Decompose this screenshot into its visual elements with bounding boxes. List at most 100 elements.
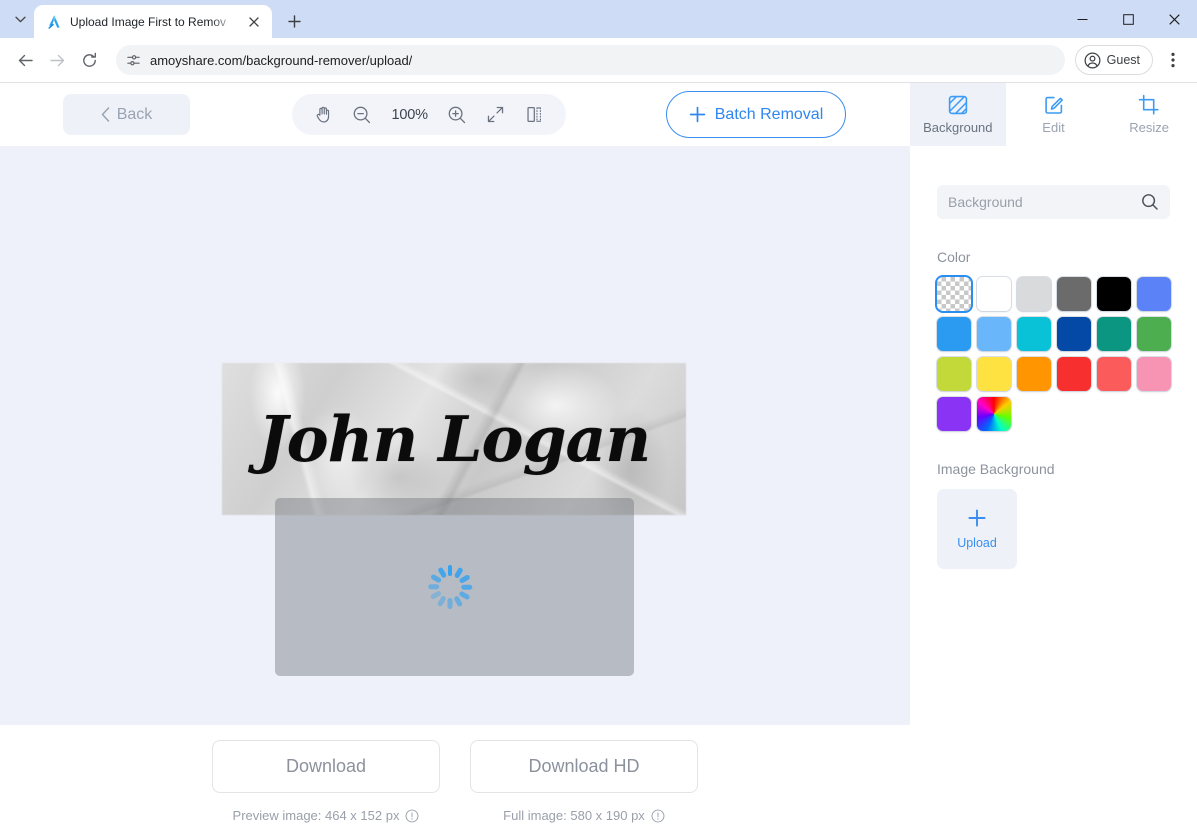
mode-tab-bar: Background Edit Resize: [910, 83, 1197, 146]
image-background-section-label: Image Background: [937, 461, 1055, 477]
signature-text: John Logan: [257, 402, 651, 476]
address-bar[interactable]: amoyshare.com/background-remover/upload/: [116, 45, 1065, 75]
back-navigation-button[interactable]: [10, 45, 40, 75]
crop-resize-icon: [1138, 94, 1160, 116]
swatch-pink[interactable]: [1137, 357, 1171, 391]
batch-removal-button[interactable]: Batch Removal: [666, 91, 846, 138]
tab-edit[interactable]: Edit: [1006, 83, 1102, 146]
reload-button[interactable]: [74, 45, 104, 75]
swatch-royal-blue[interactable]: [1137, 277, 1171, 311]
profile-button[interactable]: Guest: [1074, 45, 1153, 75]
forward-navigation-button[interactable]: [42, 45, 72, 75]
swatch-yellow[interactable]: [977, 357, 1011, 391]
arrow-left-icon: [18, 54, 33, 66]
canvas-zoom-toolbar: 100%: [292, 94, 566, 135]
tab-edit-label: Edit: [1042, 120, 1065, 135]
info-circle-icon[interactable]: [405, 809, 419, 823]
tab-resize[interactable]: Resize: [1101, 83, 1197, 146]
tab-search-chevron-down-icon[interactable]: [6, 5, 34, 33]
upload-label: Upload: [957, 536, 997, 550]
arrow-right-icon: [49, 54, 64, 66]
download-hd-button-label: Download HD: [528, 756, 640, 776]
background-stripe-icon: [947, 94, 969, 116]
download-hd-button[interactable]: Download HD: [470, 740, 698, 793]
swatch-white[interactable]: [977, 277, 1011, 311]
browser-tab-active[interactable]: Upload Image First to Remov: [34, 5, 272, 38]
image-canvas[interactable]: John Logan: [0, 146, 910, 725]
tab-background[interactable]: Background: [910, 83, 1006, 146]
tab-background-label: Background: [923, 120, 993, 135]
chevron-left-icon: [101, 107, 109, 122]
loading-spinner-icon: [426, 563, 474, 611]
swatch-sky-blue[interactable]: [977, 317, 1011, 351]
swatch-lime[interactable]: [937, 357, 971, 391]
background-search-box[interactable]: [937, 185, 1170, 219]
back-button[interactable]: Back: [63, 94, 190, 135]
swatch-black[interactable]: [1097, 277, 1131, 311]
window-minimize-button[interactable]: [1059, 0, 1105, 38]
back-button-label: Back: [116, 105, 153, 123]
color-section-label: Color: [937, 249, 971, 265]
swatch-cyan[interactable]: [1017, 317, 1051, 351]
zoom-in-icon[interactable]: [444, 102, 470, 128]
color-swatch-grid: [937, 277, 1171, 431]
hand-tool-icon[interactable]: [310, 102, 336, 128]
browser-menu-button[interactable]: [1159, 45, 1187, 75]
swatch-light-gray[interactable]: [1017, 277, 1051, 311]
swatch-purple[interactable]: [937, 397, 971, 431]
download-button-label: Download: [285, 756, 367, 776]
new-tab-button[interactable]: [280, 7, 308, 35]
preview-image: John Logan: [222, 363, 686, 515]
download-full-caption: Full image: 580 x 190 px: [503, 808, 665, 823]
background-side-panel: Color: [910, 146, 1197, 838]
tab-resize-label: Resize: [1129, 120, 1170, 135]
fit-screen-icon[interactable]: [483, 102, 509, 128]
swatch-azure[interactable]: [937, 317, 971, 351]
app-header: Back 100% Batch Removal Background Edit …: [0, 83, 1197, 146]
window-controls: [1059, 0, 1197, 38]
reload-icon: [82, 52, 96, 67]
more-vertical-icon: [1171, 52, 1175, 68]
info-circle-icon[interactable]: [651, 809, 665, 823]
swatch-green[interactable]: [1137, 317, 1171, 351]
edit-pencil-icon: [1043, 94, 1065, 116]
zoom-level-value[interactable]: 100%: [388, 107, 432, 123]
swatch-red[interactable]: [1057, 357, 1091, 391]
workspace: John Logan Download Preview image: 464 x…: [0, 146, 910, 838]
browser-tabstrip: Upload Image First to Remov: [0, 0, 1197, 38]
plus-icon: [689, 106, 705, 123]
swatch-transparent[interactable]: [937, 277, 971, 311]
browser-toolbar: amoyshare.com/background-remover/upload/…: [0, 38, 1197, 83]
download-bar: Download Preview image: 464 x 152 px Dow…: [0, 725, 910, 838]
close-icon: [1168, 13, 1180, 25]
download-button[interactable]: Download: [212, 740, 440, 793]
swatch-navy[interactable]: [1057, 317, 1091, 351]
maximize-icon: [1122, 13, 1134, 25]
search-input[interactable]: [948, 194, 1141, 210]
site-settings-icon: [127, 54, 140, 65]
plus-icon: [287, 14, 301, 28]
app-body: John Logan Download Preview image: 464 x…: [0, 146, 1197, 838]
close-icon[interactable]: [244, 12, 264, 32]
swatch-coral[interactable]: [1097, 357, 1131, 391]
window-maximize-button[interactable]: [1105, 0, 1151, 38]
swatch-orange[interactable]: [1017, 357, 1051, 391]
download-preview-group: Download Preview image: 464 x 152 px: [212, 740, 440, 823]
batch-removal-label: Batch Removal: [714, 105, 824, 123]
search-icon[interactable]: [1141, 193, 1159, 211]
compare-icon[interactable]: [522, 102, 548, 128]
download-preview-caption: Preview image: 464 x 152 px: [233, 808, 420, 823]
upload-background-button[interactable]: Upload: [937, 489, 1017, 569]
plus-icon: [968, 509, 986, 527]
account-avatar-icon: [1084, 52, 1101, 68]
address-bar-url: amoyshare.com/background-remover/upload/: [150, 52, 413, 68]
swatch-rainbow-picker[interactable]: [977, 397, 1011, 431]
window-close-button[interactable]: [1151, 0, 1197, 38]
minimize-icon: [1077, 18, 1087, 20]
swatch-dark-gray[interactable]: [1057, 277, 1091, 311]
full-size-text: Full image: 580 x 190 px: [503, 808, 645, 823]
swatch-teal[interactable]: [1097, 317, 1131, 351]
zoom-out-icon[interactable]: [349, 102, 375, 128]
amoyshare-logo-icon: [48, 14, 60, 29]
browser-tab-title: Upload Image First to Remov: [70, 14, 227, 29]
